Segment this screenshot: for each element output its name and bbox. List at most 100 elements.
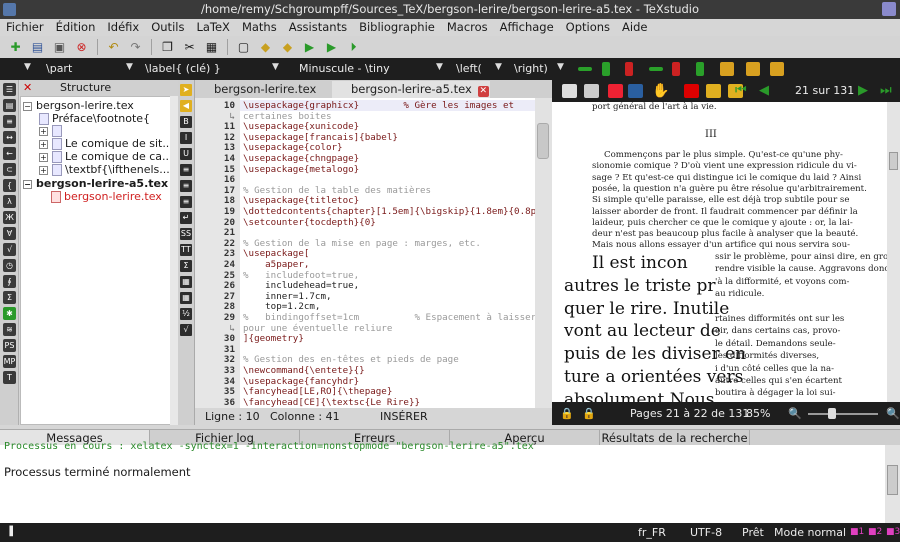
pdf-fit-icon[interactable] [608, 84, 623, 98]
expand-icon[interactable]: + [39, 165, 48, 175]
align-center-icon[interactable]: ≡ [180, 180, 192, 192]
fav-icon[interactable]: √ [3, 243, 16, 256]
zoom-out-icon[interactable]: 🔍 [788, 402, 802, 425]
sync-icon[interactable] [684, 84, 699, 98]
expand-icon[interactable]: + [39, 126, 48, 136]
magnifier-icon[interactable] [628, 84, 643, 98]
expand-icon[interactable]: + [39, 139, 48, 149]
tikz-icon[interactable]: ✱ [3, 307, 16, 320]
italic-icon[interactable]: I [180, 132, 192, 144]
left-combo[interactable]: \left( [456, 62, 482, 76]
row-icon[interactable] [649, 67, 663, 71]
menu-macros[interactable]: Macros [441, 19, 494, 36]
menu-bibliographie[interactable]: Bibliographie [353, 19, 441, 36]
sf-icon[interactable]: Σ [180, 260, 192, 272]
scroll-thumb[interactable] [887, 465, 898, 495]
menu-affichage[interactable]: Affichage [494, 19, 560, 36]
pstricks-icon[interactable]: PS [3, 339, 16, 352]
relation-icon[interactable]: ↔ [3, 131, 16, 144]
tree-item[interactable]: − bergson-lerire.tex [23, 99, 134, 112]
dropdown-arrow-icon[interactable]: ▼ [495, 62, 502, 72]
pdf-doc-icon[interactable] [562, 84, 577, 98]
tree-item[interactable]: + \textbf{\ifthenels... [39, 163, 170, 176]
bookmark-next-icon[interactable]: ◆ [278, 38, 297, 56]
text-icon[interactable]: T [3, 371, 16, 384]
align-right-icon[interactable]: ≡ [180, 196, 192, 208]
right-combo[interactable]: \right) [514, 62, 548, 76]
align-left-icon[interactable]: ≡ [180, 164, 192, 176]
menu-fichier[interactable]: Fichier [0, 19, 50, 36]
code-line[interactable]: \newcommand{\entete}{} [243, 365, 365, 376]
add-col-icon[interactable] [696, 62, 704, 76]
tab-bergson-lerire-a5[interactable]: bergson-lerire-a5.tex ✕ [332, 81, 490, 98]
tree-item[interactable]: − bergson-lerire-a5.tex [23, 177, 168, 190]
align-left-icon[interactable] [720, 62, 734, 76]
tab-search-results[interactable]: Résultats de la recherche [600, 430, 750, 446]
code-line[interactable]: inner=1.7cm, [243, 291, 331, 302]
window-menu-icon[interactable] [882, 2, 896, 16]
hline-icon[interactable] [578, 67, 592, 71]
undo-icon[interactable]: ↶ [104, 38, 123, 56]
close-icon[interactable]: ✕ [23, 80, 32, 96]
code-line[interactable]: \usepackage{fancyhdr} [243, 376, 359, 387]
underline-icon[interactable]: U [180, 148, 192, 160]
redo-icon[interactable]: ↷ [126, 38, 145, 56]
menu-edition[interactable]: Édition [50, 19, 102, 36]
code-line[interactable]: % Gestion de la mise en page : marges, e… [243, 238, 481, 249]
ss-icon[interactable]: SS [180, 228, 192, 240]
build-icon[interactable]: ▶ [322, 38, 341, 56]
save-icon[interactable]: ▣ [50, 38, 69, 56]
arrow-icon[interactable]: ← [3, 147, 16, 160]
arrow-right-icon[interactable]: ➤ [180, 84, 192, 96]
zoom-knob[interactable] [828, 408, 836, 419]
menu-idefix[interactable]: Idéfix [101, 19, 145, 36]
menu-maths[interactable]: Maths [236, 19, 283, 36]
dropdown-arrow-icon[interactable]: ▼ [436, 62, 443, 72]
newline-icon[interactable]: ↵ [180, 212, 192, 224]
structure-scrollbar[interactable] [170, 96, 178, 425]
paste-icon[interactable]: ▦ [202, 38, 221, 56]
delete-col-icon[interactable] [625, 62, 633, 76]
first-page-icon[interactable]: ⏮ [735, 84, 750, 98]
close-tab-icon[interactable]: ✕ [477, 86, 489, 97]
align-center-icon[interactable] [746, 62, 760, 76]
code-line[interactable]: top=1.2cm, [243, 301, 320, 312]
find-icon[interactable]: ▢ [234, 38, 253, 56]
sqrt-icon[interactable]: √ [180, 324, 192, 336]
vline-icon[interactable] [602, 62, 610, 76]
code-line[interactable]: \usepackage{color} [243, 142, 343, 153]
zoom-slider[interactable] [808, 413, 878, 415]
code-line[interactable]: includehead=true, [243, 280, 359, 291]
arrow-left-icon[interactable] [706, 84, 721, 98]
grid-icon[interactable]: ▦ [180, 276, 192, 288]
code-line[interactable]: \usepackage[ [243, 248, 309, 259]
code-line[interactable]: pour une éventuelle reliure [243, 323, 392, 334]
menu-aide[interactable]: Aide [616, 19, 653, 36]
asymptote-icon[interactable]: ≋ [3, 323, 16, 336]
dropdown-arrow-icon[interactable]: ▼ [272, 62, 279, 72]
encoding-indicator[interactable]: UTF-8 [690, 523, 722, 542]
menu-latex[interactable]: LaTeX [190, 19, 235, 36]
cut-icon[interactable]: ✂ [180, 38, 199, 56]
new-file-icon[interactable]: ✚ [6, 38, 25, 56]
lock2-icon[interactable]: 🔒 [582, 402, 596, 425]
part-combo[interactable]: \part [46, 62, 72, 76]
code-line[interactable]: certaines boites [243, 111, 332, 122]
code-line[interactable]: % Gestion de la table des matières [243, 185, 431, 196]
greek-icon[interactable]: λ [3, 195, 16, 208]
code-line[interactable]: \fancyhead[LE,RO]{\thepage} [243, 386, 392, 397]
expand-icon[interactable]: + [39, 152, 48, 162]
code-line[interactable]: % Gestion des en-têtes et pieds de page [243, 354, 459, 365]
grid2-icon[interactable]: ▦ [180, 292, 192, 304]
code-line[interactable]: ]{geometry} [243, 333, 304, 344]
code-line[interactable]: % includefoot=true, [243, 270, 359, 281]
compile-icon[interactable]: ▶ [300, 38, 319, 56]
code-line[interactable]: \usepackage{xunicode} [243, 121, 359, 132]
log-scrollbar[interactable] [885, 445, 900, 523]
close-file-icon[interactable]: ⊗ [72, 38, 91, 56]
bookmark2-icon[interactable]: ■2 [868, 523, 882, 542]
code-line[interactable]: \usepackage[francais]{babel} [243, 132, 398, 143]
recent-icon[interactable]: ◷ [3, 259, 16, 272]
symbols-icon[interactable]: ≡ [3, 115, 16, 128]
metapost-icon[interactable]: Σ [3, 291, 16, 304]
